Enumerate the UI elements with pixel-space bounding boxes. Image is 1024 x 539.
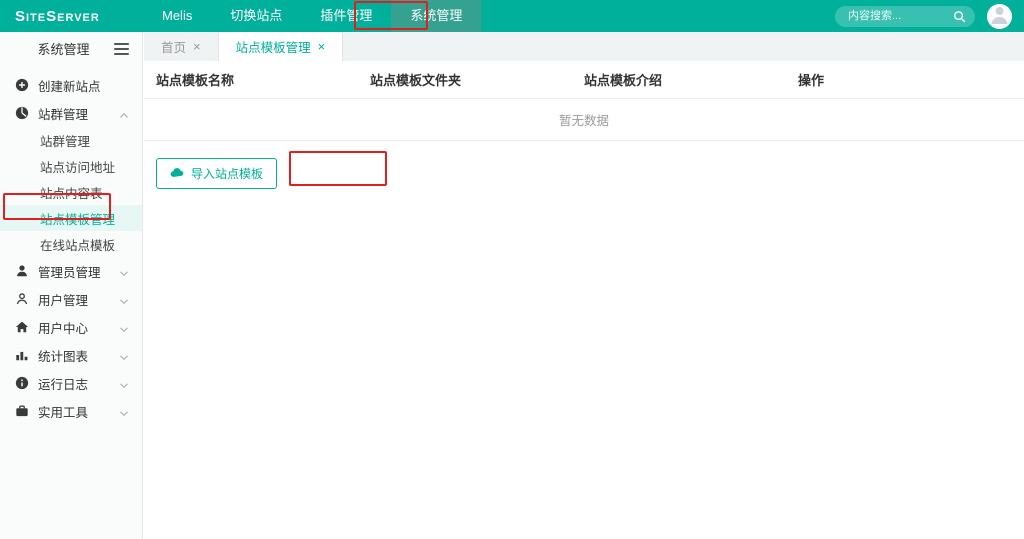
chevron-down-icon	[119, 379, 129, 388]
main-content: 首页 × 站点模板管理 × 站点模板名称 站点模板文件夹 站点模板介绍 操作 暂…	[144, 32, 1024, 539]
menu-toggle-icon[interactable]	[114, 42, 129, 55]
sidebar-group-statistics-charts[interactable]: 统计图表	[0, 341, 142, 369]
table-header-row: 站点模板名称 站点模板文件夹 站点模板介绍 操作	[144, 61, 1024, 99]
chevron-up-icon	[119, 109, 129, 118]
sidebar-item-site-access-url[interactable]: 站点访问地址	[0, 153, 142, 179]
tab-label: 站点模板管理	[235, 41, 311, 55]
chevron-down-icon	[119, 407, 129, 416]
sidebar-group-label: 统计图表	[38, 349, 89, 364]
chevron-down-icon	[119, 351, 129, 360]
import-button-label: 导入站点模板	[191, 167, 264, 181]
column-header-template-name: 站点模板名称	[156, 73, 235, 88]
content-search	[835, 5, 975, 27]
sidebar-item-site-template-admin[interactable]: 站点模板管理	[0, 205, 142, 231]
sidebar-group-label: 运行日志	[38, 377, 89, 392]
tab-site-template-admin[interactable]: 站点模板管理 ×	[218, 32, 344, 61]
sidebar-group-user-management[interactable]: 用户管理	[0, 285, 142, 313]
sidebar-header: 系统管理	[0, 32, 142, 65]
import-site-template-button[interactable]: 导入站点模板	[156, 158, 278, 189]
sidebar-title: 系统管理	[37, 42, 90, 57]
topbar-right	[835, 3, 1024, 29]
sidebar: 系统管理 创建新站点 站群管理 站群管理 站点访问地址 站点内容表 站点模板管理…	[0, 32, 143, 539]
user-avatar[interactable]	[987, 3, 1012, 29]
sidebar-item-label: 在线站点模板	[40, 238, 116, 253]
column-header-template-folder: 站点模板文件夹	[370, 73, 462, 88]
empty-state-text: 暂无数据	[558, 114, 609, 128]
sidebar-item-label: 站点模板管理	[40, 212, 116, 227]
toolbox-icon	[15, 404, 29, 418]
sidebar-item-site-content-table[interactable]: 站点内容表	[0, 179, 142, 205]
sidebar-group-user-center[interactable]: 用户中心	[0, 313, 142, 341]
plus-circle-icon	[15, 78, 29, 92]
search-icon[interactable]	[953, 10, 966, 23]
sidebar-group-utilities[interactable]: 实用工具	[0, 397, 142, 425]
topnav-plugin-admin[interactable]: 插件管理	[301, 0, 391, 32]
avatar-person-icon	[987, 3, 1012, 29]
chart-icon	[15, 348, 29, 362]
chevron-down-icon	[119, 267, 129, 276]
home-icon	[15, 320, 29, 334]
topnav-melis[interactable]: Melis	[143, 0, 211, 32]
sidebar-menu: 创建新站点 站群管理 站群管理 站点访问地址 站点内容表 站点模板管理 在线站点…	[0, 65, 142, 425]
admin-icon	[15, 264, 29, 278]
sidebar-group-site-group[interactable]: 站群管理	[0, 99, 142, 127]
sidebar-item-online-site-templates[interactable]: 在线站点模板	[0, 231, 142, 257]
sidebar-item-label: 站点内容表	[40, 186, 103, 201]
sidebar-group-label: 用户管理	[38, 293, 89, 308]
sidebar-group-admin-management[interactable]: 管理员管理	[0, 257, 142, 285]
empty-state: 暂无数据	[144, 99, 1024, 141]
cloud-upload-icon	[170, 167, 184, 181]
topnav-switch-site[interactable]: 切换站点	[211, 0, 301, 32]
sidebar-group-label: 实用工具	[38, 405, 89, 420]
topbar: SiteServer Melis 切换站点 插件管理 系统管理	[0, 0, 1024, 32]
sites-icon	[15, 106, 29, 120]
column-header-template-description: 站点模板介绍	[584, 73, 663, 88]
tab-close-icon[interactable]: ×	[318, 40, 326, 53]
actions-bar: 导入站点模板	[144, 141, 1024, 206]
sidebar-group-label: 管理员管理	[38, 265, 101, 280]
sidebar-group-label: 站群管理	[38, 107, 89, 122]
info-icon	[15, 376, 29, 390]
tab-label: 首页	[161, 41, 187, 55]
sidebar-item-label: 创建新站点	[38, 79, 101, 94]
sidebar-item-site-group-admin[interactable]: 站群管理	[0, 127, 142, 153]
top-navigation: Melis 切换站点 插件管理 系统管理	[143, 0, 482, 32]
sidebar-group-run-logs[interactable]: 运行日志	[0, 369, 142, 397]
column-header-actions: 操作	[798, 73, 825, 88]
tab-bar: 首页 × 站点模板管理 ×	[144, 32, 1024, 61]
sidebar-submenu-site-group: 站群管理 站点访问地址 站点内容表 站点模板管理 在线站点模板	[0, 127, 142, 257]
topnav-system-admin[interactable]: 系统管理	[391, 0, 482, 32]
user-icon	[15, 292, 29, 306]
tab-close-icon[interactable]: ×	[193, 40, 201, 53]
sidebar-item-create-site[interactable]: 创建新站点	[0, 71, 142, 99]
sidebar-item-label: 站点访问地址	[40, 160, 116, 175]
sidebar-item-label: 站群管理	[40, 134, 91, 149]
chevron-down-icon	[119, 295, 129, 304]
sidebar-group-label: 用户中心	[38, 321, 89, 336]
chevron-down-icon	[119, 323, 129, 332]
app-logo[interactable]: SiteServer	[0, 8, 143, 25]
tab-home[interactable]: 首页 ×	[144, 32, 219, 61]
